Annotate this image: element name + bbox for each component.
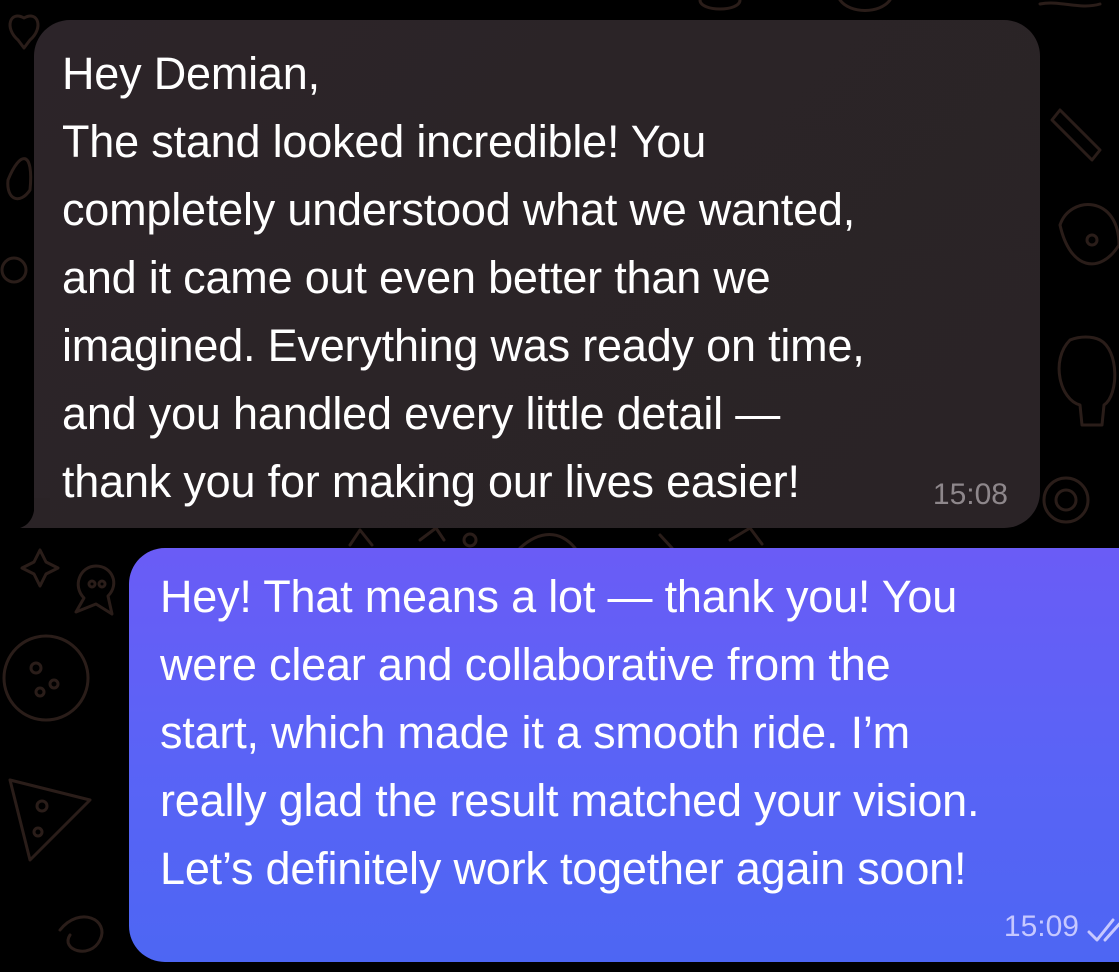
doodle-ball-icon: [2, 634, 90, 722]
incoming-message-text: Hey Demian, The stand looked incredible!…: [62, 48, 865, 507]
doodle-pizza-icon: [8, 778, 92, 862]
incoming-message-time: 15:08: [932, 478, 1008, 511]
doodle-sparkle-icon: [20, 548, 60, 588]
double-check-icon: [1087, 918, 1119, 942]
bubble-tail-icon: [20, 498, 50, 528]
doodle-swirl-icon: [58, 915, 104, 953]
doodle-sketches-icon: [348, 526, 764, 550]
doodle-heart-icon: [8, 14, 40, 50]
incoming-message-bubble[interactable]: Hey Demian, The stand looked incredible!…: [20, 20, 1040, 528]
doodle-coin-icon: [1042, 476, 1090, 524]
outgoing-message-time: 15:09: [1003, 910, 1079, 943]
doodle-leaf-icon: [6, 157, 33, 201]
outgoing-message-text: Hey! That means a lot — thank you! You w…: [160, 571, 980, 894]
doodle-pencil-icon: [1050, 108, 1102, 162]
doodle-bulb-icon: [1057, 335, 1117, 427]
doodle-pie-icon: [1058, 203, 1119, 266]
doodle-arch-icon: [698, 0, 1102, 12]
outgoing-message-bubble[interactable]: Hey! That means a lot — thank you! You w…: [129, 548, 1119, 962]
doodle-circle-icon: [0, 256, 28, 284]
chat-view: Hey Demian, The stand looked incredible!…: [0, 0, 1119, 972]
doodle-cookie-icon: [74, 564, 116, 616]
